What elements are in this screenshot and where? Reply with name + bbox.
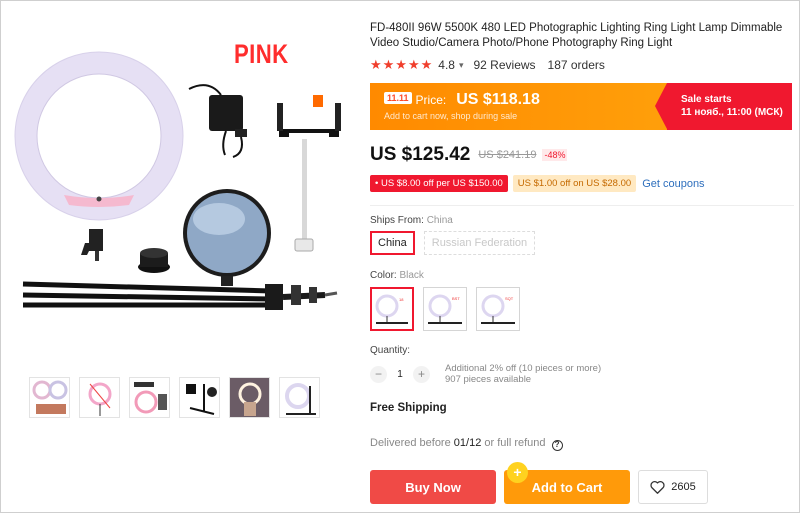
current-price: US $125.42 [370, 144, 471, 165]
select-coupon-tag[interactable]: US $1.00 off on US $28.00 [512, 175, 637, 192]
rating-row: ★★★★★ 4.8 ▾ 92 Reviews 187 orders [370, 57, 605, 73]
discount-badge: -48% [542, 149, 568, 161]
stock-available-note: 907 pieces available [445, 374, 532, 385]
quantity-decrease-button[interactable]: − [370, 365, 387, 383]
delivery-suffix: or full refund [484, 437, 546, 449]
ships-from-value: China [426, 215, 453, 226]
heart-icon [650, 481, 665, 494]
thumbnail-1[interactable] [29, 377, 70, 418]
wishlist-button[interactable]: 2605 [638, 470, 708, 504]
buy-now-button[interactable]: Buy Now [370, 470, 496, 504]
price-row: US $125.42 US $241.19 -48% [370, 144, 568, 166]
star-rating-icon: ★★★★★ [370, 57, 434, 72]
product-gallery: PINK [1, 1, 351, 513]
thumbnail-strip [29, 377, 320, 418]
ship-option-china[interactable]: China [370, 231, 415, 255]
ring-light-kit-image [14, 51, 341, 310]
product-title: FD-480II 96W 5500K 480 LED Photographic … [370, 22, 783, 49]
sale-start-block: Sale starts 11 нояб., 11:00 (МСК) [655, 83, 792, 130]
sale-badge-icon: 11.11 [384, 91, 412, 104]
color-overlay-label: PINK [234, 39, 289, 69]
quantity-note: Additional 2% off (10 pieces or more) 90… [445, 363, 601, 385]
color-title: Color: [370, 270, 397, 281]
color-swatch-3[interactable]: SQT [476, 287, 520, 331]
color-swatch-1[interactable]: 18 [370, 287, 414, 331]
promo-price-block: 11.11 Price: US $118.18 Add to cart now, s… [370, 83, 667, 130]
thumbnail-4[interactable] [179, 377, 220, 418]
get-coupons-link[interactable]: Get coupons [642, 178, 704, 190]
add-to-cart-label: Add to Cart [531, 479, 603, 495]
add-to-cart-button[interactable]: + Add to Cart [504, 462, 630, 504]
quantity-stepper: − 1 + Additional 2% off (10 pieces or mo… [370, 363, 601, 385]
delivery-prefix: Delivered before [370, 437, 451, 449]
coupon-row: • US $8.00 off per US $150.00 US $1.00 o… [370, 175, 705, 192]
wishlist-count: 2605 [671, 481, 696, 493]
color-label: Color: Black [370, 270, 424, 281]
sale-start-time: 11 нояб., 11:00 (МСК) [681, 107, 783, 118]
ships-from-label: Ships From: China [370, 215, 453, 226]
plus-icon: + [507, 462, 528, 483]
thumbnail-5[interactable] [229, 377, 270, 418]
free-shipping-label: Free Shipping [370, 402, 447, 414]
sale-start-title: Sale starts [681, 94, 732, 105]
reviews-link[interactable]: 92 Reviews [474, 58, 536, 72]
help-icon[interactable]: ? [551, 440, 563, 451]
ships-from-title: Ships From: [370, 215, 424, 226]
color-value: Black [399, 270, 424, 281]
thumbnail-3[interactable] [129, 377, 170, 418]
quantity-increase-button[interactable]: + [413, 365, 430, 383]
divider [370, 205, 794, 206]
quantity-input[interactable]: 1 [387, 369, 413, 380]
orders-count: 187 orders [547, 58, 605, 72]
bulk-discount-note: Additional 2% off (10 pieces or more) [445, 363, 602, 374]
purchase-actions: Buy Now + Add to Cart 2605 [370, 462, 708, 504]
promo-price-label: Price: [415, 93, 447, 107]
original-price: US $241.19 [478, 149, 537, 161]
color-swatch-2[interactable]: BST [423, 287, 467, 331]
ships-from-options: China Russian Federation [370, 231, 536, 255]
swatch-tag-2: BST [452, 296, 460, 301]
swatch-tag-3: SQT [505, 296, 514, 301]
thumbnail-2[interactable] [79, 377, 120, 418]
chevron-down-icon[interactable]: ▾ [459, 60, 464, 71]
ship-option-russia[interactable]: Russian Federation [423, 231, 536, 255]
color-options: 18 BST SQT [370, 287, 520, 331]
delivery-guarantee: Delivered before 01/12 or full refund ? [370, 437, 563, 451]
promo-price: US $118.18 [456, 91, 540, 108]
quantity-label: Quantity: [370, 345, 411, 356]
store-coupon-tag[interactable]: • US $8.00 off per US $150.00 [370, 175, 508, 192]
sale-promo-banner: 11.11 Price: US $118.18 Add to cart now, s… [370, 83, 792, 130]
delivery-date: 01/12 [453, 437, 482, 449]
promo-subtitle: Add to cart now, shop during sale [384, 111, 518, 121]
rating-value: 4.8 [438, 58, 455, 72]
thumbnail-6[interactable] [279, 377, 320, 418]
swatch-tag-1: 18 [399, 297, 404, 302]
